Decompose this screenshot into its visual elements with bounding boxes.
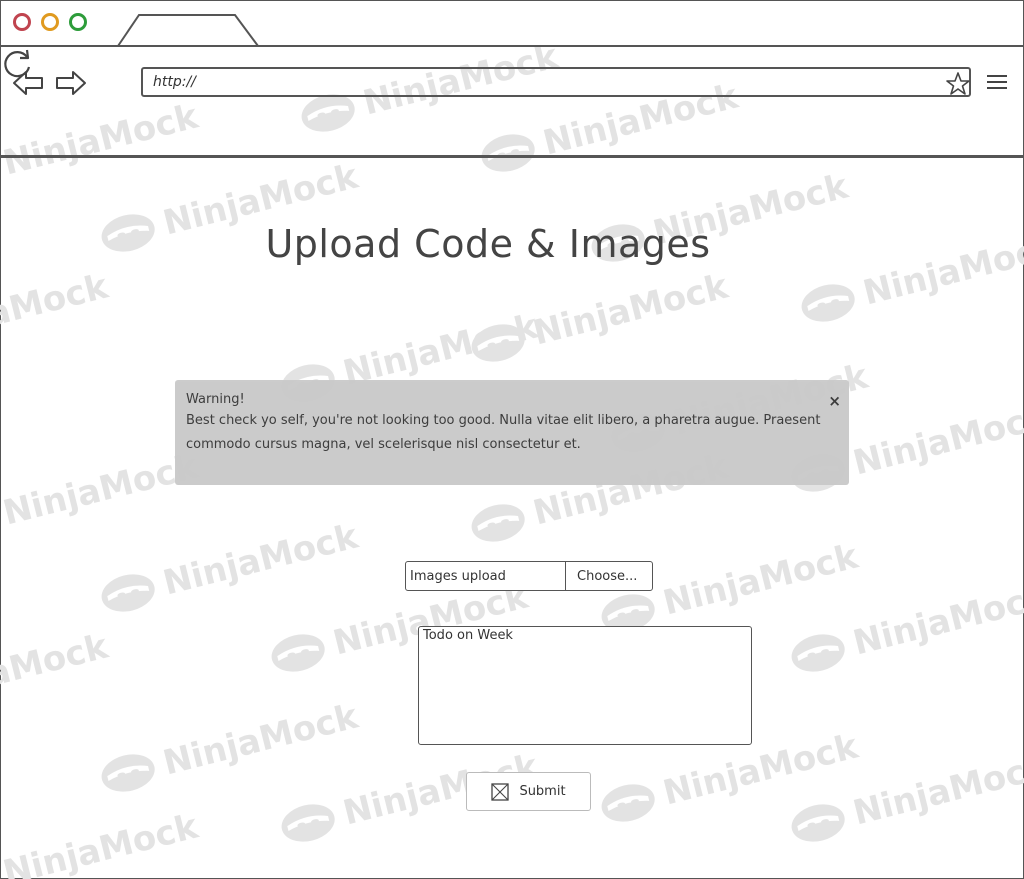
address-text: http://	[153, 74, 196, 90]
alert-close-button[interactable]: ×	[828, 389, 841, 413]
bookmark-star-icon[interactable]	[945, 71, 971, 97]
maximize-window-button[interactable]	[69, 13, 87, 31]
submit-label: Submit	[519, 784, 566, 799]
submit-button[interactable]: Submit	[466, 772, 591, 811]
back-arrow-icon[interactable]	[12, 69, 44, 97]
close-window-button[interactable]	[13, 13, 31, 31]
images-upload-field[interactable]: Images upload Choose...	[405, 561, 653, 591]
alert-body: Best check yo self, you're not looking t…	[186, 413, 821, 452]
hamburger-menu-icon[interactable]	[987, 75, 1007, 91]
toolbar-divider	[0, 155, 1024, 158]
image-placeholder-icon	[491, 782, 510, 801]
browser-tab[interactable]	[117, 14, 259, 47]
browser-toolbar: http://	[0, 47, 1024, 158]
upload-label: Images upload	[406, 562, 566, 590]
choose-file-button[interactable]: Choose...	[566, 562, 652, 590]
forward-arrow-icon[interactable]	[55, 69, 87, 97]
alert-title: Warning!	[186, 392, 245, 407]
page-title: Upload Code & Images	[265, 222, 711, 266]
address-bar[interactable]: http://	[141, 67, 971, 97]
minimize-window-button[interactable]	[41, 13, 59, 31]
todo-textarea[interactable]	[418, 626, 752, 745]
title-bar	[0, 0, 1024, 47]
warning-alert: Warning! Best check yo self, you're not …	[175, 380, 849, 485]
